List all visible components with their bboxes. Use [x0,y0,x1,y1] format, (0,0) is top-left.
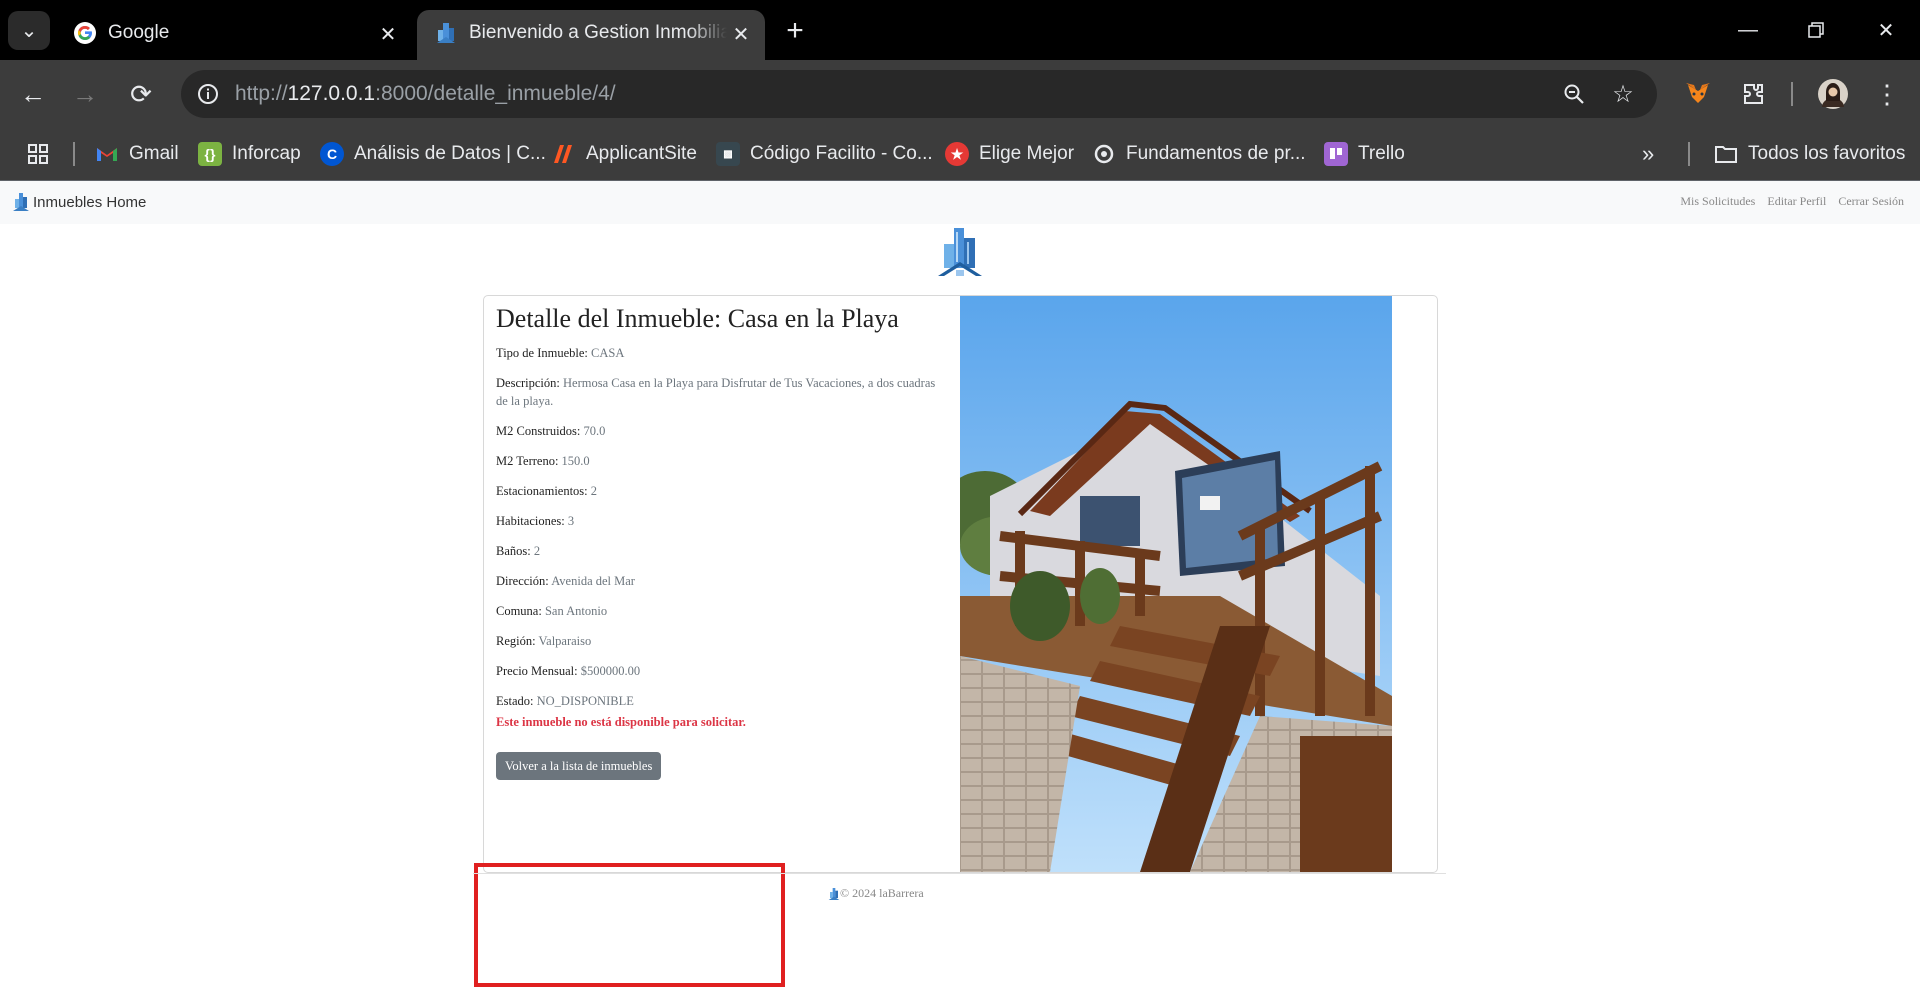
site-info-icon[interactable] [193,79,223,109]
bookmarks-bar: Gmail {} Inforcap C Análisis de Datos | … [0,128,1920,181]
bookmark-star-icon[interactable]: ☆ [1608,79,1638,109]
back-to-list-button[interactable]: Volver a la lista de inmuebles [496,752,662,780]
codigofacilito-icon: ▩ [716,142,740,166]
arrow-right-icon: → [72,78,98,109]
zoom-icon[interactable] [1559,79,1589,109]
field-region: Región: Valparaiso [496,634,592,648]
reload-icon: ⟳ [130,78,152,109]
site-footer: © 2024 laBarrera [828,886,924,901]
tab-search-button[interactable]: ⌄ [8,11,50,50]
bookmark-divider [1688,142,1690,166]
minimize-icon: — [1738,18,1758,41]
tab-strip: ⌄ Google ✕ Bienvenido a Gestion Inmobili… [0,0,1920,60]
restore-icon [1808,22,1824,38]
tab-title: Google [108,22,170,43]
tab-google[interactable]: Google ✕ [56,10,412,60]
property-fields: Tipo de Inmueble: CASA Descripción: Herm… [496,344,936,722]
reload-button[interactable]: ⟳ [121,74,161,114]
nav-mis-solicitudes[interactable]: Mis Solicitudes [1680,194,1755,209]
building-logo-icon [13,193,29,211]
bookmark-inforcap[interactable]: {} Inforcap [198,136,301,172]
plus-icon: + [786,14,804,47]
eligemejor-icon: ★ [945,142,969,166]
close-window-button[interactable]: ✕ [1858,10,1914,50]
metamask-extension-icon[interactable] [1678,74,1718,114]
field-estacionamientos: Estacionamientos: 2 [496,484,598,498]
field-estado: Estado: NO_DISPONIBLE [496,694,634,708]
bookmark-fundamentos[interactable]: Fundamentos de pr... [1092,136,1306,172]
inforcap-icon: {} [198,142,222,166]
fundamentos-icon [1092,142,1116,166]
gmail-icon [95,142,119,166]
navbar-links: Mis Solicitudes Editar Perfil Cerrar Ses… [1680,194,1904,209]
bookmark-analisis-datos[interactable]: C Análisis de Datos | C... [320,136,546,172]
toolbar-divider [1791,82,1793,106]
forward-button[interactable]: → [65,74,105,114]
field-descripcion: Descripción: Hermosa Casa en la Playa pa… [496,376,936,408]
close-icon[interactable]: ✕ [374,20,402,48]
chevron-down-icon: ⌄ [20,20,38,42]
field-m2-terreno: M2 Terreno: 150.0 [496,454,590,468]
browser-toolbar: ← → ⟳ http://127.0.0.1:8000/detalle_inmu… [0,60,1920,128]
more-bookmarks-icon[interactable]: » [1642,136,1654,172]
building-logo-icon [828,887,840,900]
web-page: Inmuebles Home Mis Solicitudes Editar Pe… [0,181,1920,987]
nav-cerrar-sesion[interactable]: Cerrar Sesión [1838,194,1904,209]
address-bar[interactable]: http://127.0.0.1:8000/detalle_inmueble/4… [181,70,1657,118]
site-logo [938,228,982,276]
menu-icon[interactable]: ⋮ [1867,74,1907,114]
field-direccion: Dirección: Avenida del Mar [496,574,635,588]
highlight-box [474,863,785,987]
bookmark-gmail[interactable]: Gmail [95,136,179,172]
field-precio-mensual: Precio Mensual: $500000.00 [496,664,641,678]
building-icon [433,20,459,46]
field-banos: Baños: 2 [496,544,541,558]
all-bookmarks-folder[interactable]: Todos los favoritos [1714,136,1905,172]
field-tipo: Tipo de Inmueble: CASA [496,346,625,360]
google-icon [72,20,98,46]
extensions-icon[interactable] [1733,74,1773,114]
site-navbar: Inmuebles Home Mis Solicitudes Editar Pe… [0,181,1920,224]
close-icon[interactable]: ✕ [727,20,755,48]
field-comuna: Comuna: San Antonio [496,604,608,618]
folder-icon [1714,142,1738,166]
bookmark-divider [73,142,75,166]
unavailable-message: Este inmueble no está disponible para so… [496,715,746,729]
trello-icon [1324,142,1348,166]
bookmark-elige-mejor[interactable]: ★ Elige Mejor [945,136,1074,172]
tab-title: Bienvenido a Gestion Inmobiliaria [469,22,727,43]
field-habitaciones: Habitaciones: 3 [496,514,575,528]
nav-editar-perfil[interactable]: Editar Perfil [1767,194,1826,209]
close-icon: ✕ [1877,19,1895,42]
property-photo [960,296,1392,872]
profile-avatar[interactable] [1813,74,1853,114]
property-detail-card: Detalle del Inmueble: Casa en la Playa T… [483,295,1438,873]
tab-gestion-inmobiliaria[interactable]: Bienvenido a Gestion Inmobiliaria ✕ [417,10,765,60]
apps-icon[interactable] [26,136,50,172]
applicantsite-icon [552,142,576,166]
restore-button[interactable] [1788,10,1844,50]
field-m2-construidos: M2 Construidos: 70.0 [496,424,606,438]
property-title: Detalle del Inmueble: Casa en la Playa [496,304,899,333]
coursera-icon: C [320,142,344,166]
bookmark-codigo-facilito[interactable]: ▩ Código Facilito - Co... [716,136,933,172]
minimize-button[interactable]: — [1720,10,1776,50]
footer-divider [473,873,1446,874]
back-button[interactable]: ← [13,74,53,114]
arrow-left-icon: ← [20,78,46,109]
bookmark-trello[interactable]: Trello [1324,136,1405,172]
url-text[interactable]: http://127.0.0.1:8000/detalle_inmueble/4… [235,82,616,106]
bookmark-applicantsite[interactable]: ApplicantSite [552,136,697,172]
navbar-brand[interactable]: Inmuebles Home [12,192,146,212]
new-tab-button[interactable]: + [778,14,812,48]
